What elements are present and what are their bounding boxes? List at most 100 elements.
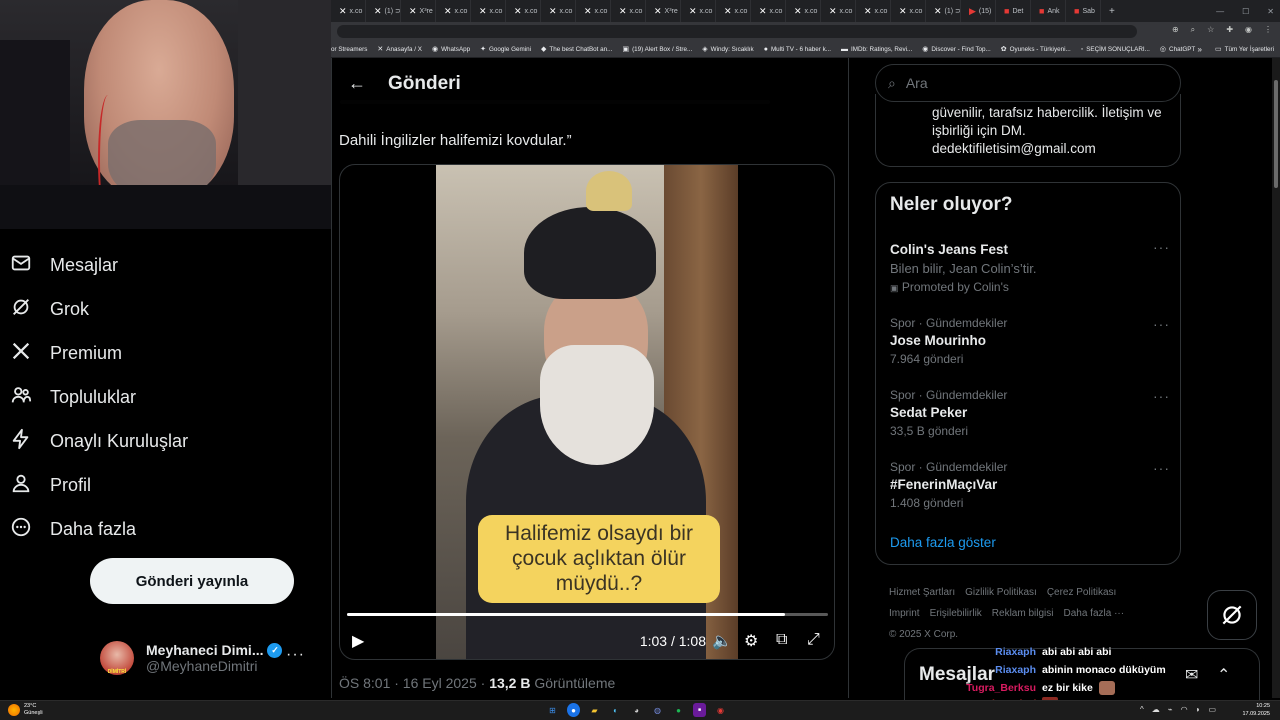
maximize-icon[interactable]: ☐ (1242, 7, 1249, 16)
footer-link[interactable]: Erişilebilirlik (930, 608, 982, 619)
speaker-icon[interactable]: ◗ (1196, 705, 1201, 714)
nav-messages[interactable]: Mesajlar (10, 243, 118, 287)
browser-tab[interactable]: ✕ (1) ⊃ (926, 0, 961, 22)
browser-tab[interactable]: ✕ x.co (331, 0, 366, 22)
footer-link[interactable]: Gizlilik Politikası (965, 587, 1037, 598)
browser-tab[interactable]: ✕ x.co (856, 0, 891, 22)
more-icon[interactable]: ··· (1153, 239, 1170, 255)
show-more-link[interactable]: Daha fazla göster (890, 535, 996, 550)
menu-icon[interactable]: ⋮ (1264, 25, 1272, 35)
new-tab-icon[interactable]: + (1109, 6, 1115, 17)
bookmark-item[interactable]: ● Multi TV - 6 haber k... (764, 46, 831, 53)
browser-tab[interactable]: ✕ x.co (891, 0, 926, 22)
browser-tab[interactable]: ✕ x.co (786, 0, 821, 22)
nav-verified-orgs[interactable]: Onaylı Kuruluşlar (10, 419, 188, 463)
settings-gear-icon[interactable]: ⚙ (744, 631, 758, 651)
more-icon[interactable]: ··· (1153, 460, 1170, 476)
browser-tab[interactable]: ✕ (1) ⊃ (366, 0, 401, 22)
volume-icon[interactable]: 🔈 (712, 631, 732, 651)
browser-tab[interactable]: ✕ x.co (821, 0, 856, 22)
bookmarks-more-button[interactable]: » (1198, 45, 1202, 54)
cloud-icon[interactable]: ☁ (1152, 705, 1160, 714)
bookmark-item[interactable]: ◎ ChatGPT (1160, 45, 1195, 54)
browser-tab[interactable]: ✕ X³re (646, 0, 681, 22)
spotify-icon[interactable]: ● (672, 703, 685, 717)
bookmark-item[interactable]: ▣ (19) Alert Box / Stre... (622, 45, 692, 54)
expand-up-icon[interactable]: ⌃ (1217, 665, 1230, 685)
footer-link[interactable]: © 2025 X Corp. (889, 629, 958, 640)
picture-in-picture-icon[interactable]: ⧉ (776, 631, 787, 649)
obs-icon[interactable]: ◉ (714, 703, 727, 717)
taskbar-clock[interactable]: 10:25 17.09.2025 (1242, 703, 1270, 718)
promoted-trend[interactable]: Colin's Jeans Fest Bilen bilir, Jean Col… (890, 239, 1170, 294)
browser-tab[interactable]: ✕ x.co (471, 0, 506, 22)
bookmark-item[interactable]: ◆ The best ChatBot an... (541, 45, 612, 54)
scrollbar-thumb[interactable] (1274, 80, 1278, 188)
browser-tab[interactable]: ✕ x.co (541, 0, 576, 22)
mic-icon[interactable]: ⌁ (1168, 705, 1173, 714)
video-player[interactable]: Halifemiz olsaydı bir çocuk açlıktan ölü… (339, 164, 835, 660)
minimize-icon[interactable]: — (1216, 7, 1224, 16)
page-scrollbar[interactable] (1272, 58, 1280, 698)
play-icon[interactable]: ▶ (352, 631, 364, 651)
discord-icon[interactable]: ◍ (651, 703, 664, 717)
browser-tab[interactable]: ■ Ank (1031, 0, 1066, 22)
extensions-icon[interactable]: ✚ (1226, 25, 1233, 35)
more-icon[interactable]: ··· (1153, 388, 1170, 404)
bookmark-item[interactable]: ✦ Google Gemini (480, 45, 531, 54)
app-icon[interactable]: ■ (693, 703, 706, 717)
bookmark-item[interactable]: ◉ WhatsApp (432, 45, 470, 54)
nav-profile[interactable]: Profil (10, 463, 91, 507)
video-progress-bar[interactable] (347, 613, 828, 616)
bookmark-item[interactable]: ✿ Oyuneks - Türkiyeni... (1001, 45, 1071, 54)
more-icon[interactable]: ··· (286, 646, 305, 664)
browser-tab[interactable]: ✕ x.co (751, 0, 786, 22)
tweet-timestamp[interactable]: ÖS 8:01 · 16 Eyl 2025 · (339, 675, 485, 691)
wifi-icon[interactable]: ◠ (1181, 705, 1188, 714)
chevron-up-icon[interactable]: ^ (1140, 705, 1144, 714)
browser-tab[interactable]: ✕ X³re (401, 0, 436, 22)
bookmark-item[interactable]: ◦ SEÇİM SONUÇLARI... (1081, 46, 1150, 53)
steam-icon[interactable]: ◕ (630, 703, 643, 717)
more-icon[interactable]: ··· (1153, 316, 1170, 332)
browser-tab[interactable]: ▶ (15) (961, 0, 996, 22)
fullscreen-icon[interactable]: ⤢ (807, 631, 820, 649)
back-arrow-icon[interactable]: ← (340, 67, 374, 101)
footer-link[interactable]: Daha fazla ··· (1063, 608, 1124, 619)
nav-communities[interactable]: Topluluklar (10, 375, 136, 419)
nav-grok[interactable]: Grok (10, 287, 89, 331)
footer-link[interactable]: Reklam bilgisi (992, 608, 1054, 619)
close-icon[interactable]: ✕ (1267, 7, 1274, 16)
all-bookmarks-button[interactable]: ▭ Tüm Yer İşaretleri (1215, 45, 1274, 54)
footer-link[interactable]: Imprint (889, 608, 920, 619)
bookmark-item[interactable]: or Streamers (331, 46, 367, 53)
zoom-icon[interactable]: ⊕ (1172, 25, 1179, 35)
browser-tab[interactable]: ■ Sab (1066, 0, 1101, 22)
browser-tab[interactable]: ✕ x.co (716, 0, 751, 22)
bookmark-item[interactable]: ◈ Windy: Sıcaklık (702, 45, 753, 54)
trend-item[interactable]: Spor · Gündemdekiler Jose Mourinho 7.964 g… (890, 316, 1170, 366)
search-input[interactable]: ⌕ Ara (875, 64, 1181, 102)
address-field[interactable] (337, 25, 1137, 38)
star-icon[interactable]: ☆ (1207, 25, 1214, 35)
nav-premium[interactable]: Premium (10, 331, 122, 375)
nav-more[interactable]: Daha fazla (10, 507, 136, 551)
browser-tab[interactable]: ✕ x.co (506, 0, 541, 22)
grok-button[interactable] (1207, 590, 1257, 640)
browser-tab[interactable]: ✕ x.co (576, 0, 611, 22)
chrome-icon[interactable]: ● (567, 703, 580, 717)
trend-item[interactable]: Spor · Gündemdekiler Sedat Peker 33,5 B gö… (890, 388, 1170, 438)
bookmark-item[interactable]: ◉ Discover - Find Top... (922, 45, 990, 54)
bookmark-item[interactable]: ✕ Anasayfa / X (377, 45, 422, 54)
browser-tab[interactable]: ■ Det (996, 0, 1031, 22)
trend-item[interactable]: Spor · Gündemdekiler #FenerinMaçıVar 1.408… (890, 460, 1170, 510)
footer-link[interactable]: Hizmet Şartları (889, 587, 955, 598)
browser-tab[interactable]: ✕ x.co (611, 0, 646, 22)
weather-widget[interactable]: 23°C Güneşli (8, 703, 43, 717)
browser-tab[interactable]: ✕ x.co (436, 0, 471, 22)
browser-tab[interactable]: ✕ x.co (681, 0, 716, 22)
battery-icon[interactable]: ▭ (1208, 705, 1216, 714)
post-button[interactable]: Gönderi yayınla (90, 558, 294, 604)
windows-start-icon[interactable]: ⊞ (546, 703, 559, 717)
bookmark-item[interactable]: ▬ IMDb: Ratings, Revi... (841, 46, 912, 53)
